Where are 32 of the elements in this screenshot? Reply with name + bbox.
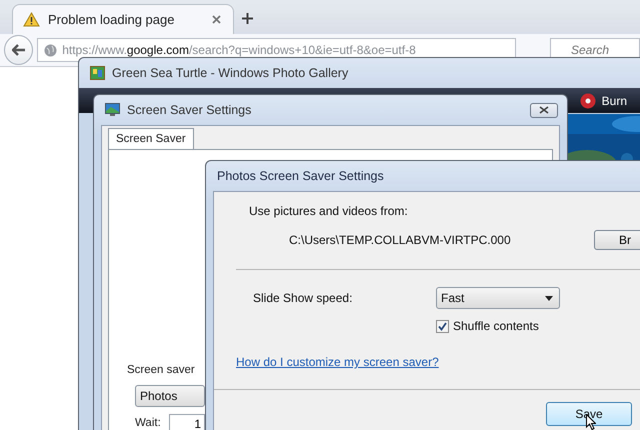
close-icon[interactable] — [212, 15, 221, 24]
new-tab-icon[interactable] — [242, 13, 253, 24]
close-button[interactable] — [530, 102, 558, 118]
source-label: Use pictures and videos from: — [249, 204, 409, 218]
source-path: C:\Users\TEMP.COLLABVM-VIRTPC.000 — [289, 233, 511, 247]
browse-button[interactable]: Br — [594, 230, 640, 250]
close-icon — [539, 106, 549, 114]
address-text: https://www.google.com/search?q=windows+10&ie=utf-8&oe=utf-8 — [62, 43, 416, 57]
warning-icon — [23, 12, 40, 27]
shuffle-checkbox[interactable] — [436, 320, 449, 332]
screen-saver-dropdown[interactable]: Photos — [135, 385, 205, 407]
gallery-icon — [90, 66, 105, 80]
speed-dropdown[interactable]: Fast — [436, 287, 560, 309]
monitor-icon — [105, 103, 120, 117]
browser-tab[interactable]: Problem loading page — [12, 4, 234, 34]
wait-label: Wait: — [135, 417, 161, 429]
caret-icon — [545, 296, 553, 300]
globe-icon — [44, 44, 58, 56]
dialog-title: Photos Screen Saver Settings — [217, 169, 384, 183]
tab-title: Problem loading page — [48, 12, 176, 27]
tab[interactable]: Screen Saver — [108, 128, 194, 149]
back-button[interactable] — [4, 35, 34, 65]
burn-button[interactable]: Burn — [580, 92, 631, 108]
back-arrow-icon — [12, 44, 26, 56]
window-title: Screen Saver Settings — [127, 103, 252, 117]
checkbox-label: Shuffle contents — [453, 319, 539, 333]
speed-label: Slide Show speed: — [253, 291, 354, 305]
wait-field[interactable]: 1 — [169, 414, 205, 430]
window-title: Green Sea Turtle - Windows Photo Gallery — [112, 66, 348, 80]
help-link[interactable]: How do I customize my screen saver? — [236, 355, 439, 369]
group-label: Screen saver — [127, 364, 195, 376]
disc-icon — [580, 92, 596, 108]
